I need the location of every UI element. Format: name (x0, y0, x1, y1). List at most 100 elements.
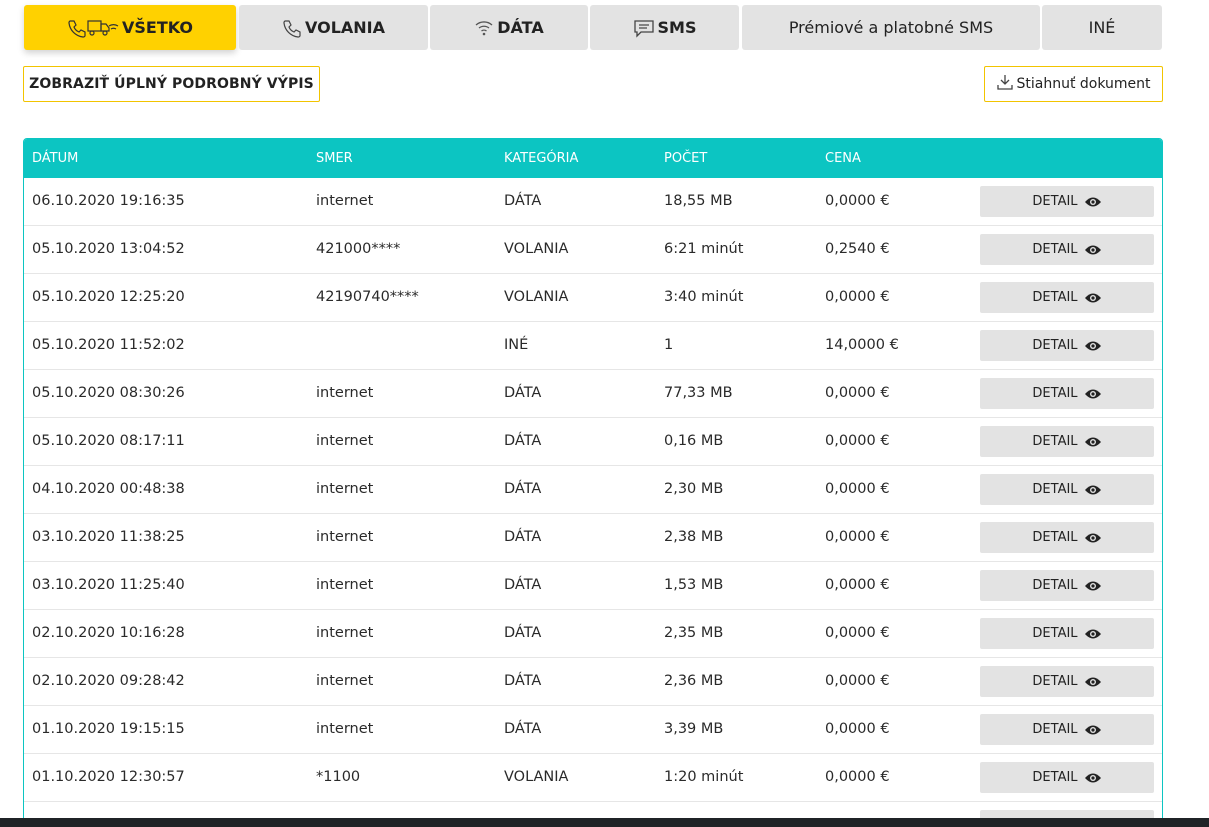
detail-button[interactable]: DETAIL (980, 378, 1154, 409)
detail-label: DETAIL (1032, 482, 1078, 497)
detail-button[interactable]: DETAIL (980, 330, 1154, 361)
detail-button[interactable]: DETAIL (980, 522, 1154, 553)
cell-price: 0,0000 € (825, 433, 890, 449)
eye-icon (1084, 628, 1102, 640)
cell-date: 05.10.2020 13:04:52 (32, 241, 185, 257)
cell-category: INÉ (504, 337, 529, 353)
table-header: DÁTUM SMER KATEGÓRIA POČET CENA (24, 139, 1162, 178)
detail-button[interactable]: DETAIL (980, 234, 1154, 265)
tab-label: VŠETKO (121, 18, 194, 37)
cell-count: 3,39 MB (664, 721, 724, 737)
table-body: 06.10.2020 19:16:35 internet DÁTA 18,55 MB 0… (24, 178, 1162, 827)
cell-count: 3:40 minút (664, 289, 744, 305)
cell-category: VOLANIA (504, 241, 569, 257)
detail-button[interactable]: DETAIL (980, 666, 1154, 697)
cell-price: 0,0000 € (825, 721, 890, 737)
column-header-category: KATEGÓRIA (504, 151, 579, 166)
table-row: 04.10.2020 00:48:38 internet DÁTA 2,30 MB 0,… (24, 466, 1162, 514)
detail-button[interactable]: DETAIL (980, 762, 1154, 793)
cell-price: 0,2540 € (825, 241, 890, 257)
cell-price: 0,0000 € (825, 289, 890, 305)
tab-label: Prémiové a platobné SMS (788, 18, 994, 37)
cell-direction: internet (316, 193, 374, 209)
detail-button[interactable]: DETAIL (980, 474, 1154, 505)
eye-icon (1084, 436, 1102, 448)
cell-count: 1 (664, 337, 674, 353)
download-document-button[interactable]: Stiahnuť dokument (984, 66, 1163, 102)
cell-category: VOLANIA (504, 769, 569, 785)
column-header-count: POČET (664, 151, 708, 166)
tab-premium-sms[interactable]: Prémiové a platobné SMS (742, 5, 1040, 50)
eye-icon (1084, 484, 1102, 496)
cell-date: 04.10.2020 00:48:38 (32, 481, 185, 497)
table-row: 05.10.2020 08:17:11 internet DÁTA 0,16 MB 0,… (24, 418, 1162, 466)
cell-count: 2,36 MB (664, 673, 724, 689)
cell-direction: internet (316, 481, 374, 497)
table-row: 05.10.2020 11:52:02 INÉ 1 14,0000 € DETAIL (24, 322, 1162, 370)
cell-price: 0,0000 € (825, 625, 890, 641)
tab-sms[interactable]: SMS (590, 5, 739, 50)
detail-label: DETAIL (1032, 386, 1078, 401)
eye-icon (1084, 388, 1102, 400)
cell-count: 0,16 MB (664, 433, 724, 449)
detail-button[interactable]: DETAIL (980, 282, 1154, 313)
table-row: 05.10.2020 12:25:20 42190740**** VOLANIA 3:… (24, 274, 1162, 322)
cell-count: 77,33 MB (664, 385, 733, 401)
all-types-icon (67, 18, 119, 38)
tab-ine[interactable]: INÉ (1042, 5, 1162, 50)
detail-button[interactable]: DETAIL (980, 426, 1154, 457)
cell-category: DÁTA (504, 433, 542, 449)
tab-vsetko[interactable]: VŠETKO (24, 5, 236, 50)
cell-price: 0,0000 € (825, 529, 890, 545)
transactions-table: DÁTUM SMER KATEGÓRIA POČET CENA 06.10.20… (23, 138, 1163, 827)
detail-button[interactable]: DETAIL (980, 714, 1154, 745)
table-row: 02.10.2020 10:16:28 internet DÁTA 2,35 MB 0,… (24, 610, 1162, 658)
cell-count: 2,35 MB (664, 625, 724, 641)
table-row: 02.10.2020 09:28:42 internet DÁTA 2,36 MB 0,… (24, 658, 1162, 706)
cell-category: DÁTA (504, 577, 542, 593)
table-row: 01.10.2020 12:30:57 *1100 VOLANIA 1:20 minú… (24, 754, 1162, 802)
bottom-bar (0, 818, 1209, 827)
wifi-icon (474, 18, 494, 38)
detail-button[interactable]: DETAIL (980, 570, 1154, 601)
cell-date: 01.10.2020 12:30:57 (32, 769, 185, 785)
eye-icon (1084, 244, 1102, 256)
cell-direction: internet (316, 433, 374, 449)
eye-icon (1084, 724, 1102, 736)
cell-date: 05.10.2020 08:17:11 (32, 433, 185, 449)
download-label: Stiahnuť dokument (1016, 76, 1151, 92)
cell-date: 05.10.2020 12:25:20 (32, 289, 185, 305)
cell-direction: *1100 (316, 769, 361, 785)
full-statement-button[interactable]: ZOBRAZIŤ ÚPLNÝ PODROBNÝ VÝPIS (23, 66, 320, 102)
cell-date: 01.10.2020 19:15:15 (32, 721, 185, 737)
cell-date: 02.10.2020 10:16:28 (32, 625, 185, 641)
message-icon (633, 18, 655, 38)
download-icon (996, 73, 1014, 95)
tab-data[interactable]: DÁTA (430, 5, 588, 50)
detail-label: DETAIL (1032, 578, 1078, 593)
eye-icon (1084, 772, 1102, 784)
detail-button[interactable]: DETAIL (980, 186, 1154, 217)
cell-direction: 421000**** (316, 241, 401, 257)
cell-price: 0,0000 € (825, 481, 890, 497)
eye-icon (1084, 292, 1102, 304)
eye-icon (1084, 580, 1102, 592)
detail-label: DETAIL (1032, 674, 1078, 689)
cell-date: 05.10.2020 11:52:02 (32, 337, 185, 353)
cell-direction: internet (316, 673, 374, 689)
detail-button[interactable]: DETAIL (980, 618, 1154, 649)
detail-label: DETAIL (1032, 242, 1078, 257)
cell-category: VOLANIA (504, 289, 569, 305)
cell-category: DÁTA (504, 625, 542, 641)
table-row: 05.10.2020 13:04:52 421000**** VOLANIA 6:21… (24, 226, 1162, 274)
cell-count: 18,55 MB (664, 193, 733, 209)
table-row: 03.10.2020 11:25:40 internet DÁTA 1,53 MB 0,… (24, 562, 1162, 610)
cell-count: 1,53 MB (664, 577, 724, 593)
cell-count: 2,30 MB (664, 481, 724, 497)
tab-label: INÉ (1088, 18, 1116, 37)
detail-label: DETAIL (1032, 290, 1078, 305)
detail-label: DETAIL (1032, 722, 1078, 737)
eye-icon (1084, 532, 1102, 544)
tab-volania[interactable]: VOLANIA (239, 5, 428, 50)
cell-category: DÁTA (504, 721, 542, 737)
